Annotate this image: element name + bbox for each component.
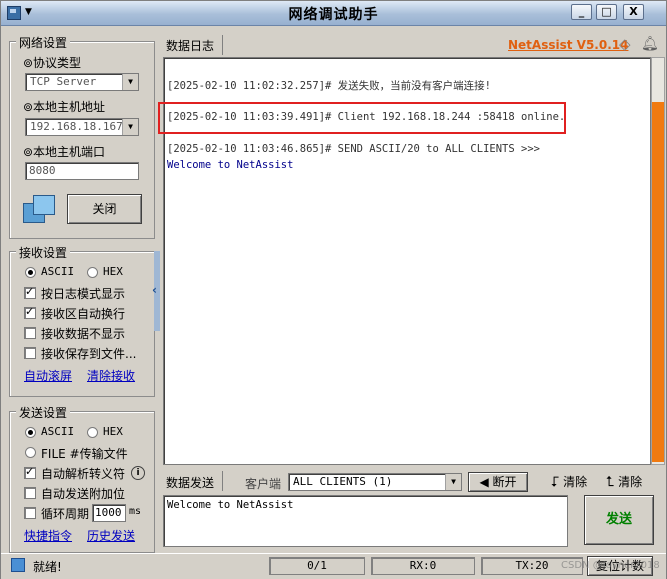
tab-data-log[interactable]: 数据日志: [166, 37, 214, 54]
close-button[interactable]: X: [623, 4, 644, 20]
disconnect-button[interactable]: ◀ 断开: [468, 472, 528, 492]
chevron-down-icon[interactable]: ▼: [445, 474, 461, 490]
collapse-chevron-icon[interactable]: ‹: [152, 283, 157, 297]
tab-divider: [222, 35, 223, 55]
minimize-button[interactable]: _: [571, 4, 592, 20]
bell-icon[interactable]: 🔔︎: [641, 36, 659, 52]
host-address-value: 192.168.18.167: [30, 120, 123, 133]
save-to-file-checkbox[interactable]: [24, 347, 36, 359]
send-ascii-label: ASCII: [41, 425, 75, 438]
up-arrow-icon: ⮤: [606, 474, 615, 490]
brand-link[interactable]: NetAssist V5.0.14: [508, 38, 628, 52]
clear-send-button[interactable]: ⮦ 清除: [551, 473, 599, 491]
quick-command-link[interactable]: 快捷指令: [24, 527, 72, 544]
status-rx: RX:0: [371, 557, 475, 575]
receive-hex-label: HEX: [103, 265, 123, 278]
arrow-left-icon: ◀: [479, 475, 489, 489]
log-line: [2025-02-10 11:03:46.865]# SEND ASCII/20…: [167, 143, 540, 155]
clear-send-label: 清除: [563, 475, 588, 489]
send-text-area[interactable]: Welcome to NetAssist: [163, 495, 568, 547]
receive-ascii-radio[interactable]: [25, 267, 36, 278]
chevron-down-icon[interactable]: ▼: [122, 74, 138, 90]
append-bits-label: 自动发送附加位: [41, 487, 126, 501]
client-select[interactable]: ALL CLIENTS (1) ▼: [288, 473, 462, 491]
title-bar[interactable]: ▼ 网络调试助手 _ □ X: [1, 1, 666, 26]
info-icon[interactable]: i: [131, 466, 145, 480]
host-port-input[interactable]: 8080: [25, 162, 139, 180]
close-connection-button[interactable]: 关闭: [67, 194, 142, 224]
app-window: ▼ 网络调试助手 _ □ X 网络设置 ⊚协议类型 TCP Server ▼ ⊚…: [0, 0, 667, 579]
diamond-icon[interactable]: ◇: [619, 35, 631, 53]
auto-wrap-label: 接收区自动换行: [41, 307, 126, 321]
hide-received-checkbox[interactable]: [24, 327, 36, 339]
log-mode-checkbox[interactable]: [24, 285, 36, 299]
status-text: 就绪!: [33, 560, 62, 574]
protocol-value: TCP Server: [30, 75, 97, 88]
save-to-file-label: 接收保存到文件...: [41, 347, 137, 361]
client-value: ALL CLIENTS (1): [293, 475, 393, 488]
protocol-label: ⊚协议类型: [23, 56, 82, 70]
escape-parse-label: 自动解析转义符: [41, 467, 126, 481]
host-address-label: ⊚本地主机地址: [23, 100, 106, 114]
send-ascii-radio[interactable]: [25, 427, 36, 438]
auto-scroll-link[interactable]: 自动滚屏: [24, 367, 72, 384]
window-title: 网络调试助手: [288, 7, 379, 23]
send-hex-label: HEX: [103, 425, 123, 438]
cycle-period-label: 循环周期: [41, 507, 90, 521]
undo-arrow-icon: ⮦: [551, 474, 560, 490]
send-history-link[interactable]: 历史发送: [87, 527, 135, 544]
host-address-select[interactable]: 192.168.18.167 ▼: [25, 118, 139, 136]
clear-input-button[interactable]: ⮤ 清除: [606, 473, 656, 491]
network-settings-title: 网络设置: [16, 34, 71, 51]
status-icon: [11, 558, 25, 572]
cycle-period-unit: ms: [129, 506, 142, 517]
client-label: 客户端: [245, 477, 282, 491]
disconnect-label: 断开: [492, 475, 517, 489]
log-line: Welcome to NetAssist: [167, 159, 294, 171]
cycle-period-input[interactable]: 1000: [92, 504, 126, 522]
append-bits-checkbox[interactable]: [24, 487, 36, 499]
clear-input-label: 清除: [618, 475, 643, 489]
log-scrollbar[interactable]: [651, 57, 665, 465]
receive-settings-title: 接收设置: [16, 244, 71, 261]
status-bar: 就绪! 0/1 RX:0 TX:20 复位计数 CSDN @Joyner2018: [1, 553, 666, 579]
receive-log-area[interactable]: [2025-02-10 11:02:32.257]# 发送失败，当前没有客户端连…: [158, 57, 651, 465]
log-scrollbar-thumb[interactable]: [652, 102, 664, 462]
watermark-text: CSDN @Joyner2018: [561, 560, 660, 571]
send-button[interactable]: 发送: [584, 495, 654, 545]
status-count: 0/1: [269, 557, 365, 575]
send-file-radio[interactable]: [25, 447, 36, 458]
send-hex-radio[interactable]: [87, 427, 98, 438]
host-port-label: ⊚本地主机端口: [23, 145, 106, 159]
receive-hex-radio[interactable]: [87, 267, 98, 278]
send-file-label: FILE #传输文件: [41, 447, 128, 461]
clear-receive-link[interactable]: 清除接收: [87, 367, 135, 384]
chevron-down-icon[interactable]: ▼: [122, 119, 138, 135]
cycle-period-checkbox[interactable]: [24, 507, 36, 519]
hide-received-label: 接收数据不显示: [41, 327, 126, 341]
log-mode-label: 按日志模式显示: [41, 287, 126, 301]
escape-parse-checkbox[interactable]: [24, 465, 36, 479]
maximize-button[interactable]: □: [596, 4, 617, 20]
send-settings-title: 发送设置: [16, 404, 71, 421]
protocol-select[interactable]: TCP Server ▼: [25, 73, 139, 91]
receive-ascii-label: ASCII: [41, 265, 75, 278]
network-connection-icon: [23, 195, 55, 227]
tab-divider: [222, 471, 223, 491]
tab-data-send[interactable]: 数据发送: [166, 474, 214, 491]
highlight-box: [158, 102, 566, 134]
log-line: [2025-02-10 11:02:32.257]# 发送失败，当前没有客户端连…: [167, 80, 492, 92]
auto-wrap-checkbox[interactable]: [24, 305, 36, 319]
